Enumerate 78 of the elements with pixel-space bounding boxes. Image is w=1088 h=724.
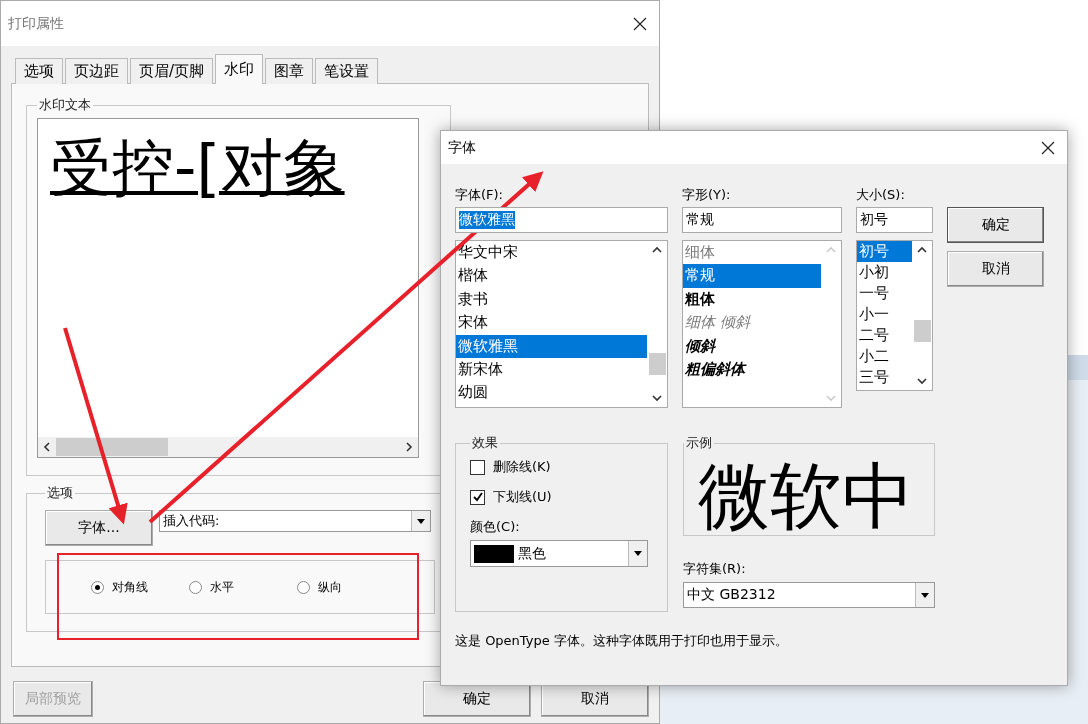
radio-button[interactable] bbox=[91, 580, 104, 594]
font-size-field[interactable]: 初号 bbox=[856, 207, 933, 233]
list-item[interactable]: 宋体 bbox=[456, 311, 647, 335]
list-item[interactable]: 幼圆 bbox=[456, 381, 647, 405]
radio-option[interactable]: 水平 bbox=[189, 578, 259, 596]
list-item[interactable]: 新宋体 bbox=[456, 357, 647, 382]
list-item[interactable]: 粗偏斜体 bbox=[683, 357, 821, 382]
tab[interactable]: 页眉/页脚 bbox=[130, 58, 214, 84]
list-item[interactable]: 华文中宋 bbox=[456, 241, 647, 265]
window-title: 打印属性 bbox=[8, 14, 64, 33]
field-label: 字体(F): bbox=[455, 186, 504, 204]
close-icon[interactable] bbox=[1041, 140, 1055, 155]
tab[interactable]: 笔设置 bbox=[315, 58, 379, 84]
radio-option[interactable]: 对角线 bbox=[91, 578, 151, 596]
font-name-field[interactable]: 微软雅黑 bbox=[455, 207, 668, 233]
checkbox[interactable] bbox=[470, 459, 485, 475]
field-label: 颜色(C): bbox=[470, 518, 521, 536]
scrollbar-thumb[interactable] bbox=[56, 438, 168, 456]
list-item[interactable]: 一号 bbox=[857, 283, 912, 304]
list-item[interactable]: 楷体 bbox=[456, 264, 647, 288]
font-style-field[interactable]: 常规 bbox=[682, 207, 842, 233]
tab[interactable]: 选项 bbox=[15, 58, 63, 84]
dialog-button[interactable]: 取消 bbox=[947, 251, 1044, 287]
window-title: 字体 bbox=[448, 138, 476, 157]
color-dropdown[interactable]: 黑色 bbox=[470, 540, 648, 567]
list-item[interactable]: 粗体 bbox=[683, 287, 821, 312]
checkbox-option[interactable]: 删除线(K) bbox=[470, 458, 653, 476]
tab[interactable]: 图章 bbox=[265, 58, 314, 84]
radio-button[interactable] bbox=[297, 580, 310, 594]
chevron-up-icon[interactable] bbox=[652, 245, 662, 255]
list-item[interactable]: 二号 bbox=[857, 325, 912, 346]
group-label: 效果 bbox=[471, 434, 499, 452]
chevron-left-icon[interactable] bbox=[42, 442, 52, 452]
field-label: 字符集(R): bbox=[683, 560, 747, 578]
font-list[interactable]: 华文中宋 楷体 隶书 宋体 微软雅黑 新宋体 幼圆 bbox=[455, 240, 668, 408]
watermark-text: 受控-[对象 bbox=[50, 131, 345, 206]
list-item[interactable]: 小二 bbox=[857, 346, 912, 367]
list-item[interactable]: 微软雅黑 bbox=[456, 334, 647, 358]
list-item[interactable]: 细体 bbox=[683, 241, 821, 265]
radio-button[interactable] bbox=[189, 580, 202, 594]
charset-dropdown[interactable]: 中文 GB2312 bbox=[683, 582, 935, 608]
dropdown-arrow-icon[interactable] bbox=[921, 592, 929, 598]
checkbox[interactable] bbox=[470, 489, 485, 505]
field-label: 字形(Y): bbox=[682, 186, 732, 204]
chevron-up-icon[interactable] bbox=[917, 245, 927, 255]
group-label: 示例 bbox=[685, 434, 713, 452]
sample-text: 微软中 bbox=[697, 453, 915, 532]
font-size-list[interactable]: 初号 小初 一号 小一 二号 小二 三号 bbox=[856, 240, 933, 391]
dialog-button[interactable]: 确定 bbox=[947, 207, 1044, 243]
dropdown-arrow-icon[interactable] bbox=[417, 518, 425, 524]
horizontal-scrollbar[interactable] bbox=[38, 437, 418, 457]
chevron-down-icon[interactable] bbox=[652, 393, 662, 403]
dropdown-arrow-icon[interactable] bbox=[634, 551, 642, 556]
radio-option[interactable]: 纵向 bbox=[297, 578, 357, 596]
chevron-right-icon[interactable] bbox=[404, 442, 414, 452]
list-item[interactable]: 小一 bbox=[857, 304, 912, 325]
list-item[interactable]: 细体 倾斜 bbox=[683, 311, 821, 335]
info-text: 这是 OpenType 字体。这种字体既用于打印也用于显示。 bbox=[455, 632, 789, 650]
list-item[interactable]: 三号 bbox=[857, 367, 912, 388]
list-item[interactable]: 常规 bbox=[683, 264, 821, 288]
field-label: 大小(S): bbox=[856, 186, 906, 204]
scrollbar-thumb[interactable] bbox=[648, 353, 666, 375]
checkmark-icon bbox=[472, 492, 483, 502]
list-item[interactable]: 初号 bbox=[857, 241, 912, 262]
font-button[interactable]: 字体... bbox=[45, 510, 153, 546]
list-item[interactable]: 隶书 bbox=[456, 287, 647, 312]
group-label: 水印文本 bbox=[38, 96, 92, 114]
chevron-down-icon[interactable] bbox=[917, 376, 927, 386]
list-item[interactable]: 小初 bbox=[857, 262, 912, 283]
insert-code-dropdown[interactable]: 插入代码: bbox=[159, 510, 431, 532]
list-item[interactable]: 倾斜 bbox=[683, 334, 821, 358]
group-label: 选项 bbox=[46, 484, 74, 502]
tab[interactable]: 水印 bbox=[215, 54, 264, 84]
tab[interactable]: 页边距 bbox=[65, 58, 128, 84]
font-style-list[interactable]: 细体 常规 粗体 细体 倾斜 倾斜 粗偏斜体 bbox=[682, 240, 842, 408]
scrollbar-thumb[interactable] bbox=[913, 319, 931, 342]
close-icon[interactable] bbox=[633, 16, 647, 31]
checkbox-option[interactable]: 下划线(U) bbox=[470, 488, 653, 506]
